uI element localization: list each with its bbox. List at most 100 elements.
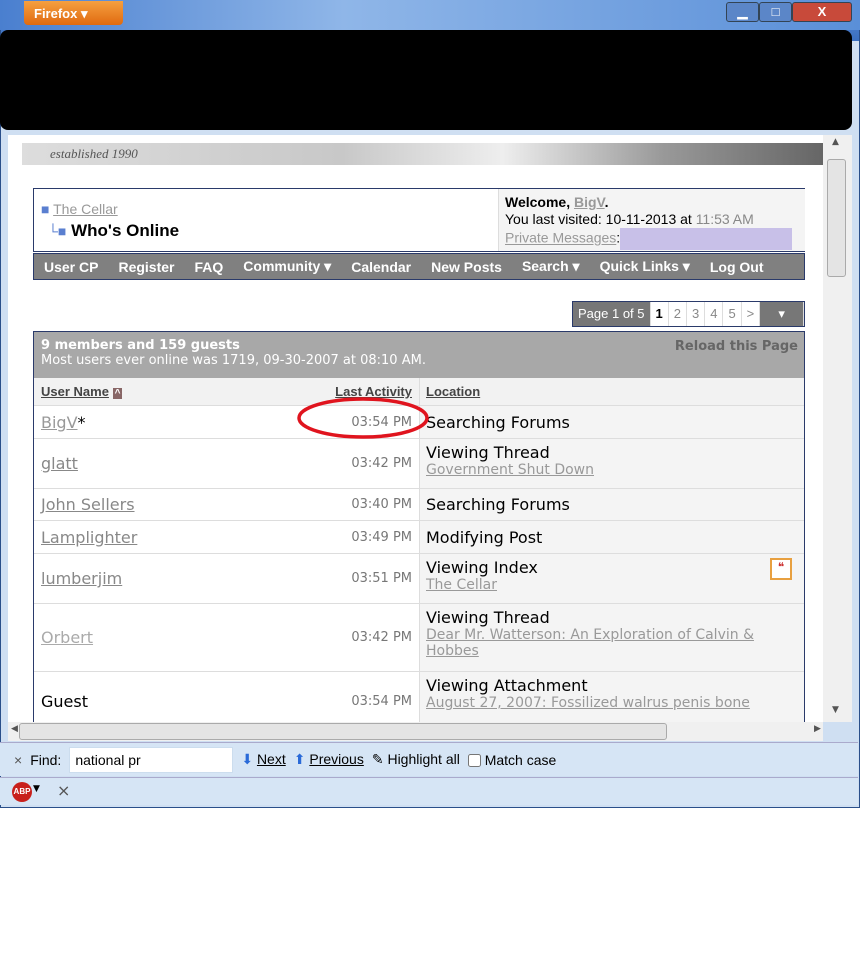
firefox-menu-button[interactable]: Firefox ▾ <box>24 1 123 25</box>
page-title: └■ Who's Online <box>48 221 179 241</box>
nav-search[interactable]: Search ▾ <box>512 258 590 275</box>
scroll-left-icon[interactable]: ◀ <box>11 724 18 734</box>
highlight-all-button[interactable]: ✎ Highlight all <box>372 751 460 768</box>
table-row: Guest 03:54 PM Viewing Attachment August 2… <box>34 672 804 722</box>
highlight-all-label: Highlight all <box>387 751 460 767</box>
highlighter-icon: ✎ <box>371 751 384 767</box>
location-link[interactable]: Government Shut Down <box>426 462 594 478</box>
table-header: 9 members and 159 guests Most users ever… <box>34 332 804 378</box>
breadcrumb-parent-link[interactable]: The Cellar <box>53 201 118 217</box>
nav-community[interactable]: Community ▾ <box>233 258 341 275</box>
user-name: Guest <box>41 692 88 711</box>
location-text: Viewing Thread <box>426 443 550 462</box>
nav-faq[interactable]: FAQ <box>185 259 234 275</box>
page-title-text: Who's Online <box>71 221 180 240</box>
user-name-link[interactable]: Orbert <box>41 628 93 647</box>
whos-online-table: 9 members and 159 guests Most users ever… <box>33 331 805 722</box>
welcome-text: Welcome, <box>505 194 574 210</box>
next-page[interactable]: > <box>742 302 761 326</box>
scroll-up-icon[interactable]: ▲ <box>832 137 839 147</box>
column-user-name[interactable]: User Name <box>41 384 109 399</box>
last-activity-time: 03:40 PM <box>351 497 412 512</box>
user-name-link[interactable]: Lamplighter <box>41 528 137 547</box>
header-box: ■ The Cellar └■ Who's Online Welcome, Bi… <box>33 188 805 252</box>
welcome-panel: Welcome, BigV. You last visited: 10-11-2… <box>498 189 805 251</box>
redacted-pm-count <box>620 228 793 250</box>
last-activity-time: 03:49 PM <box>351 529 412 545</box>
site-banner: established 1990 <box>22 143 823 165</box>
page-4[interactable]: 4 <box>705 302 724 326</box>
addon-bar-close-button[interactable]: × <box>57 781 70 800</box>
scroll-down-icon[interactable]: ▼ <box>832 705 839 715</box>
banner-tagline: established 1990 <box>50 146 138 161</box>
sort-ascending-icon[interactable]: ^ <box>112 388 123 399</box>
table-row: Orbert 03:42 PM Viewing Thread Dear Mr. Wa… <box>34 604 804 672</box>
table-row: Lamplighter 03:49 PM Modifying Post <box>34 521 804 554</box>
location-text: Viewing Thread <box>426 608 550 627</box>
location-text: Viewing Attachment <box>426 676 588 695</box>
nav-calendar[interactable]: Calendar <box>341 259 421 275</box>
nav-log-out[interactable]: Log Out <box>700 259 774 275</box>
chevron-down-icon[interactable]: ▼ <box>33 784 40 794</box>
horizontal-scroll-thumb[interactable] <box>19 723 667 740</box>
last-activity-time: 03:51 PM <box>351 571 412 586</box>
last-visited-date: 10-11-2013 at <box>605 211 696 227</box>
private-messages-link[interactable]: Private Messages <box>505 230 616 246</box>
location-link[interactable]: Dear Mr. Watterson: An Exploration of Ca… <box>426 627 754 659</box>
find-label: Find: <box>30 751 62 768</box>
last-visited-time: 11:53 AM <box>695 211 754 227</box>
table-row: John Sellers 03:40 PM Searching Forums <box>34 489 804 521</box>
last-visited-label: You last visited: <box>505 211 606 227</box>
pagination: Page 1 of 5 1 2 3 4 5 > ▾ <box>572 301 805 327</box>
match-case-toggle[interactable]: Match case <box>467 751 557 768</box>
user-name-link[interactable]: John Sellers <box>41 495 135 514</box>
breadcrumb: ■ The Cellar <box>41 201 118 217</box>
scroll-right-icon[interactable]: ▶ <box>814 724 821 734</box>
table-row: lumberjim 03:51 PM Viewing Index The Cella… <box>34 554 804 604</box>
nav-user-cp[interactable]: User CP <box>34 259 108 275</box>
page-5[interactable]: 5 <box>723 302 742 326</box>
match-case-label: Match case <box>484 751 557 768</box>
vertical-scroll-thumb[interactable] <box>827 159 846 277</box>
location-link[interactable]: August 27, 2007: Fossilized walrus penis… <box>426 695 750 711</box>
adblock-plus-icon[interactable]: ABP <box>12 782 32 802</box>
page-1: 1 <box>651 302 669 326</box>
nav-register[interactable]: Register <box>108 259 184 275</box>
addon-bar: ABP ▼ × <box>0 777 858 805</box>
user-name-link[interactable]: glatt <box>41 454 78 473</box>
close-window-button[interactable]: X <box>792 2 852 22</box>
find-next-label: Next <box>256 751 286 767</box>
nav-quick-links[interactable]: Quick Links ▾ <box>590 258 700 275</box>
location-text: Viewing Index <box>426 558 538 577</box>
location-link[interactable]: The Cellar <box>426 577 497 593</box>
location-text: Searching Forums <box>426 412 570 432</box>
find-previous-button[interactable]: ⬆ Previous <box>294 751 364 768</box>
find-close-button[interactable]: × <box>14 752 22 768</box>
find-next-button[interactable]: ⬇ Next <box>241 751 285 768</box>
nav-bar: User CP Register FAQ Community ▾ Calenda… <box>33 253 805 280</box>
maximize-button[interactable]: □ <box>759 2 792 22</box>
match-case-checkbox[interactable] <box>467 754 481 768</box>
user-name-link[interactable]: BigV <box>41 413 78 432</box>
vertical-scrollbar[interactable]: ▲ ▼ <box>823 135 852 722</box>
user-suffix: * <box>77 412 86 432</box>
horizontal-scrollbar[interactable]: ◀ ▶ <box>8 722 823 741</box>
arrow-up-icon: ⬆ <box>293 751 306 767</box>
reload-page-link[interactable]: Reload this Page <box>675 339 798 354</box>
find-input[interactable] <box>69 746 234 773</box>
nav-new-posts[interactable]: New Posts <box>421 259 512 275</box>
column-location[interactable]: Location <box>426 384 480 399</box>
red-circle-annotation <box>297 397 429 439</box>
folder-open-icon: └■ <box>48 223 67 239</box>
welcome-user-link[interactable]: BigV <box>574 194 605 210</box>
redacted-area <box>0 30 852 130</box>
last-activity-time: 03:42 PM <box>351 456 412 471</box>
page-menu-button[interactable]: ▾ <box>760 302 804 326</box>
page-3[interactable]: 3 <box>687 302 706 326</box>
minimize-button[interactable]: ▁ <box>726 2 759 22</box>
user-name-link[interactable]: lumberjim <box>41 569 122 588</box>
firefox-menu-label: Firefox <box>34 6 78 21</box>
quote-icon[interactable]: ❝ <box>770 558 792 580</box>
last-activity-time: 03:54 PM <box>351 694 412 709</box>
page-2[interactable]: 2 <box>669 302 687 326</box>
